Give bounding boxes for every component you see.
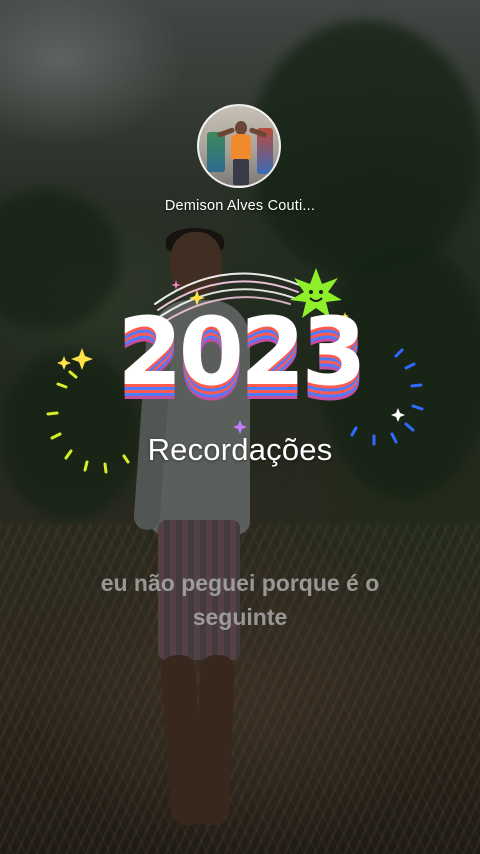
story-caption: eu não peguei porque é o seguinte (100, 570, 380, 630)
story-screen[interactable]: Demison Alves Couti... 2023 Recordações … (0, 0, 480, 854)
memories-title: Recordações (147, 432, 333, 467)
profile-avatar[interactable] (197, 104, 281, 188)
profile-name[interactable]: Demison Alves Couti... (0, 198, 480, 214)
year-title: 2023 (117, 298, 367, 407)
